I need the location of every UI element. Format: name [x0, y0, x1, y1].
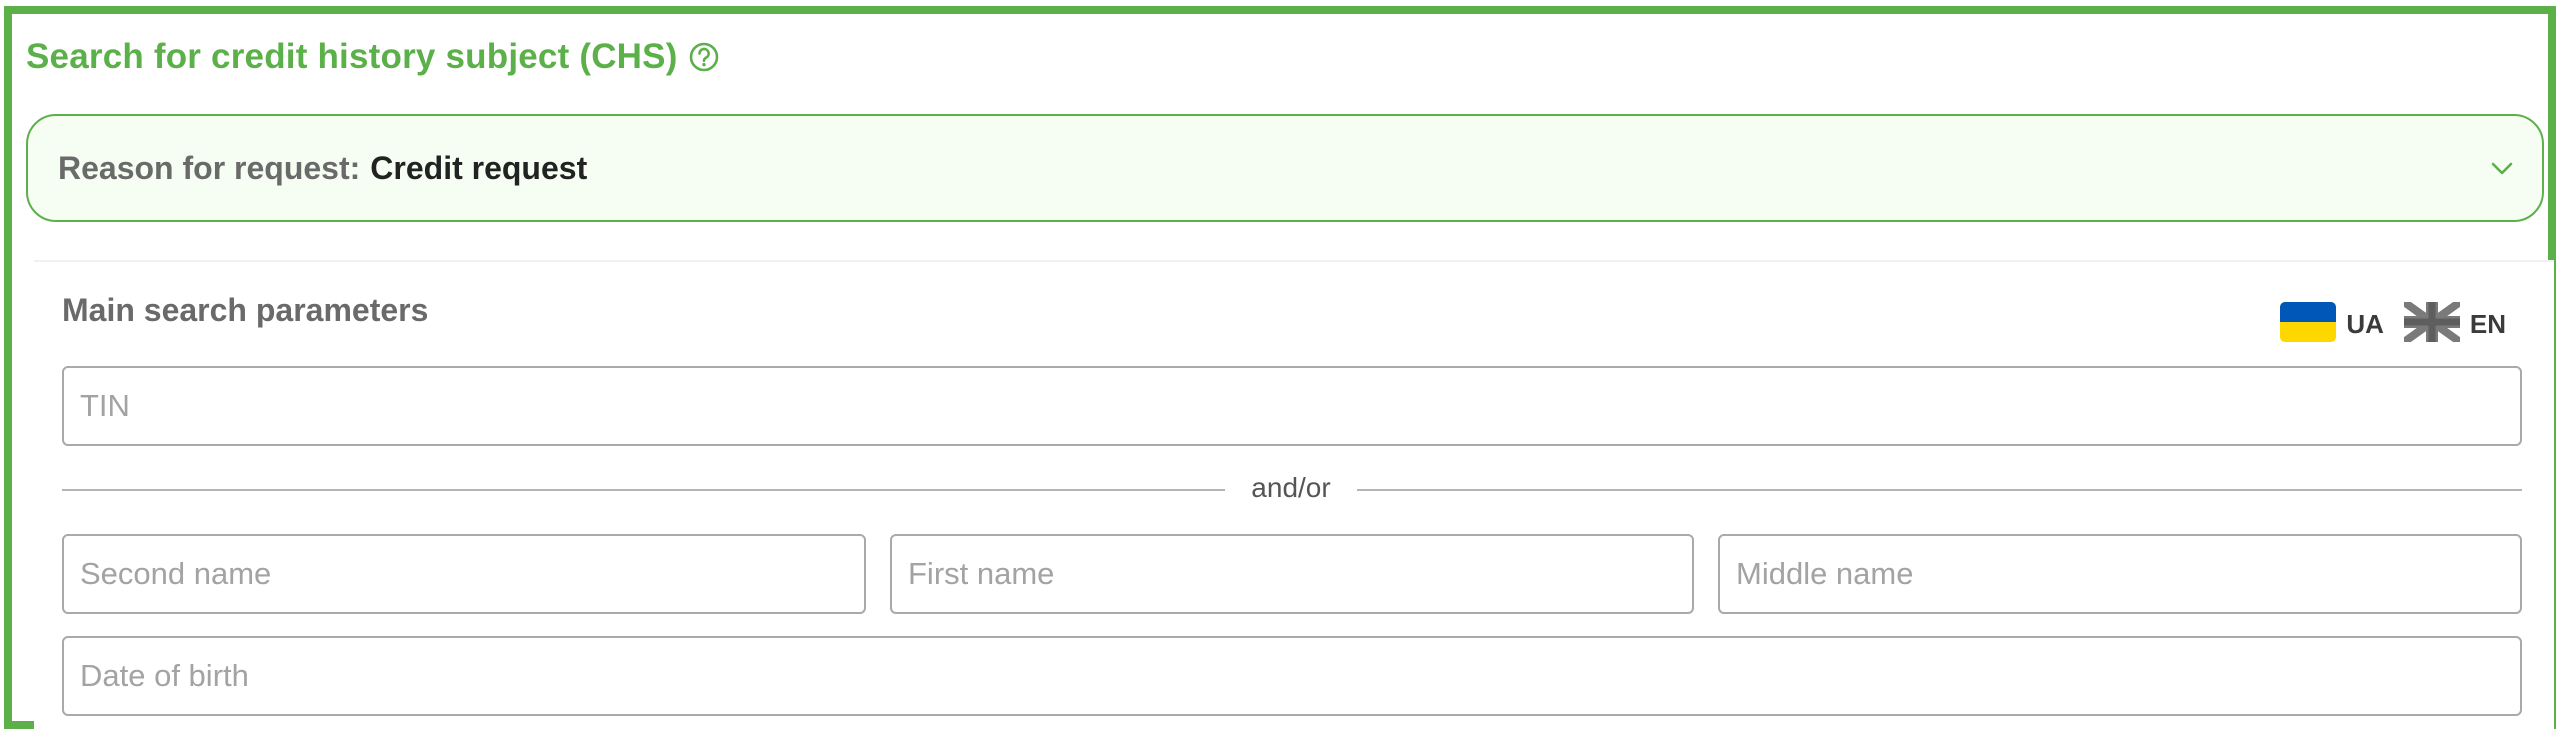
- and-or-divider-label: and/or: [1251, 472, 1331, 503]
- search-panel-frame: Search for credit history subject (CHS) …: [4, 6, 2556, 730]
- panel-header: Search for credit history subject (CHS): [26, 34, 720, 80]
- tin-input[interactable]: [62, 366, 2522, 446]
- chevron-down-icon[interactable]: [2488, 154, 2516, 182]
- language-option-en[interactable]: EN: [2401, 298, 2506, 347]
- language-code-en: EN: [2469, 309, 2506, 339]
- language-option-ua[interactable]: UA: [2280, 302, 2384, 347]
- divider-left: [62, 489, 1225, 491]
- language-switcher: UA EN: [2280, 298, 2506, 347]
- second-name-input[interactable]: [62, 534, 866, 614]
- middle-name-input[interactable]: [1718, 534, 2522, 614]
- uk-flag-icon: [2401, 298, 2463, 347]
- ukraine-flag-icon: [2280, 302, 2337, 347]
- divider-right: [1357, 489, 2522, 491]
- reason-value: Credit request: [370, 149, 588, 186]
- section-title: Main search parameters: [62, 292, 429, 328]
- date-of-birth-input[interactable]: [62, 636, 2522, 716]
- first-name-input[interactable]: [890, 534, 1694, 614]
- reason-for-request-dropdown[interactable]: Reason for request: Credit request: [26, 114, 2544, 222]
- language-code-ua: UA: [2346, 309, 2384, 339]
- main-search-parameters-section: Main search parameters UA EN TIN and/or …: [34, 260, 2554, 730]
- page-title: Search for credit history subject (CHS): [26, 37, 678, 76]
- question-circle-icon[interactable]: [688, 41, 720, 73]
- reason-label: Reason for request:: [58, 149, 361, 186]
